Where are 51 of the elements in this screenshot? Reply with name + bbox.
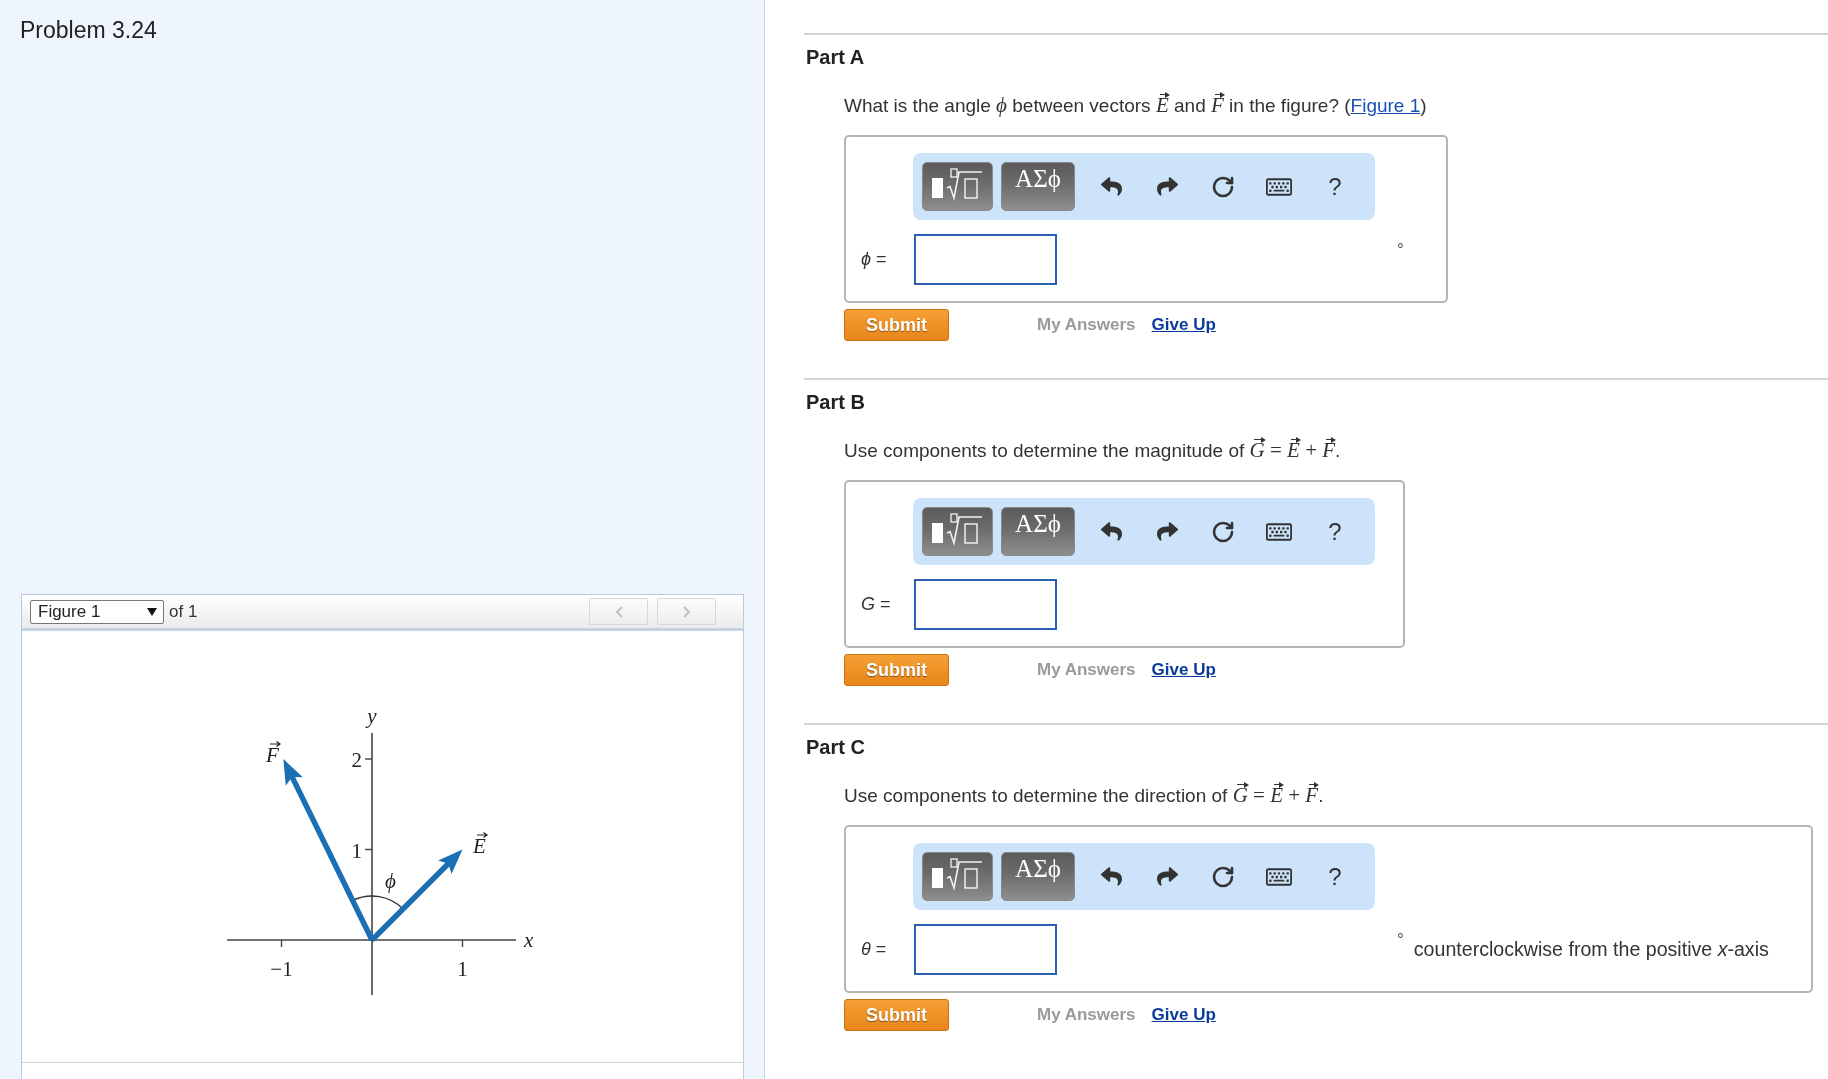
tick-label: 1 xyxy=(351,838,362,863)
axis-label: y xyxy=(367,704,377,728)
circular-arrow-icon xyxy=(1211,174,1235,199)
answer-input[interactable] xyxy=(914,234,1057,285)
answer-input[interactable] xyxy=(914,924,1057,975)
undo-icon xyxy=(1100,176,1122,197)
help-button[interactable]: ? xyxy=(1315,166,1355,207)
greek-letters-button[interactable]: ΑΣϕ xyxy=(1001,852,1075,901)
problem-title: Problem 3.24 xyxy=(20,16,157,44)
figure-count: of 1 xyxy=(169,601,198,622)
tick-label: 2 xyxy=(351,748,362,772)
part-title: Part B xyxy=(806,390,865,414)
answer-label: θ = xyxy=(861,939,888,960)
redo-icon xyxy=(1156,866,1178,887)
redo-icon xyxy=(1156,176,1178,197)
give-up-link[interactable]: Give Up xyxy=(1151,1005,1216,1025)
templates-button[interactable] xyxy=(922,162,993,211)
redo-icon xyxy=(1156,521,1178,542)
chevron-right-icon xyxy=(682,605,691,618)
vector-label: F xyxy=(266,740,282,767)
circular-arrow-icon xyxy=(1211,864,1235,889)
chevron-left-icon xyxy=(614,605,623,618)
part-title: Part C xyxy=(806,735,865,759)
angle-label: ϕ xyxy=(385,869,396,893)
give-up-link[interactable]: Give Up xyxy=(1151,660,1216,680)
answer-label: G = xyxy=(861,594,892,615)
templates-button[interactable] xyxy=(922,852,993,901)
question-text: What is the angle ϕ between vectors E and F in the figure? (Figure 1) xyxy=(844,92,1427,119)
undo-icon xyxy=(1100,866,1122,887)
answer-input[interactable] xyxy=(914,579,1057,630)
unit-note: counterclockwise from the positive x-axis xyxy=(1413,938,1769,961)
give-up-link[interactable]: Give Up xyxy=(1151,315,1216,335)
tick-label: −1 xyxy=(270,957,293,981)
greek-letters-button[interactable]: ΑΣϕ xyxy=(1001,507,1075,556)
question-text: Use components to determine the direction of G = E + F. xyxy=(844,782,1324,809)
part-title: Part A xyxy=(806,45,865,69)
figure-select[interactable]: Figure 1 xyxy=(30,599,164,624)
tick-label: 1 xyxy=(457,957,468,981)
templates-button[interactable] xyxy=(922,507,993,556)
unit-label: ° xyxy=(1397,240,1404,260)
vector-label: E xyxy=(473,831,489,858)
circular-arrow-icon xyxy=(1211,519,1235,544)
answer-label: ϕ = xyxy=(861,249,888,270)
help-button[interactable]: ? xyxy=(1315,856,1355,897)
caret-icon xyxy=(147,607,157,616)
greek-letters-button[interactable]: ΑΣϕ xyxy=(1001,162,1075,211)
undo-icon xyxy=(1100,521,1122,542)
help-button[interactable]: ? xyxy=(1315,511,1355,552)
question-text: Use components to determine the magnitude of G = E + F. xyxy=(844,437,1341,464)
unit-label: ° xyxy=(1397,930,1404,950)
axis-label: x xyxy=(524,928,534,952)
